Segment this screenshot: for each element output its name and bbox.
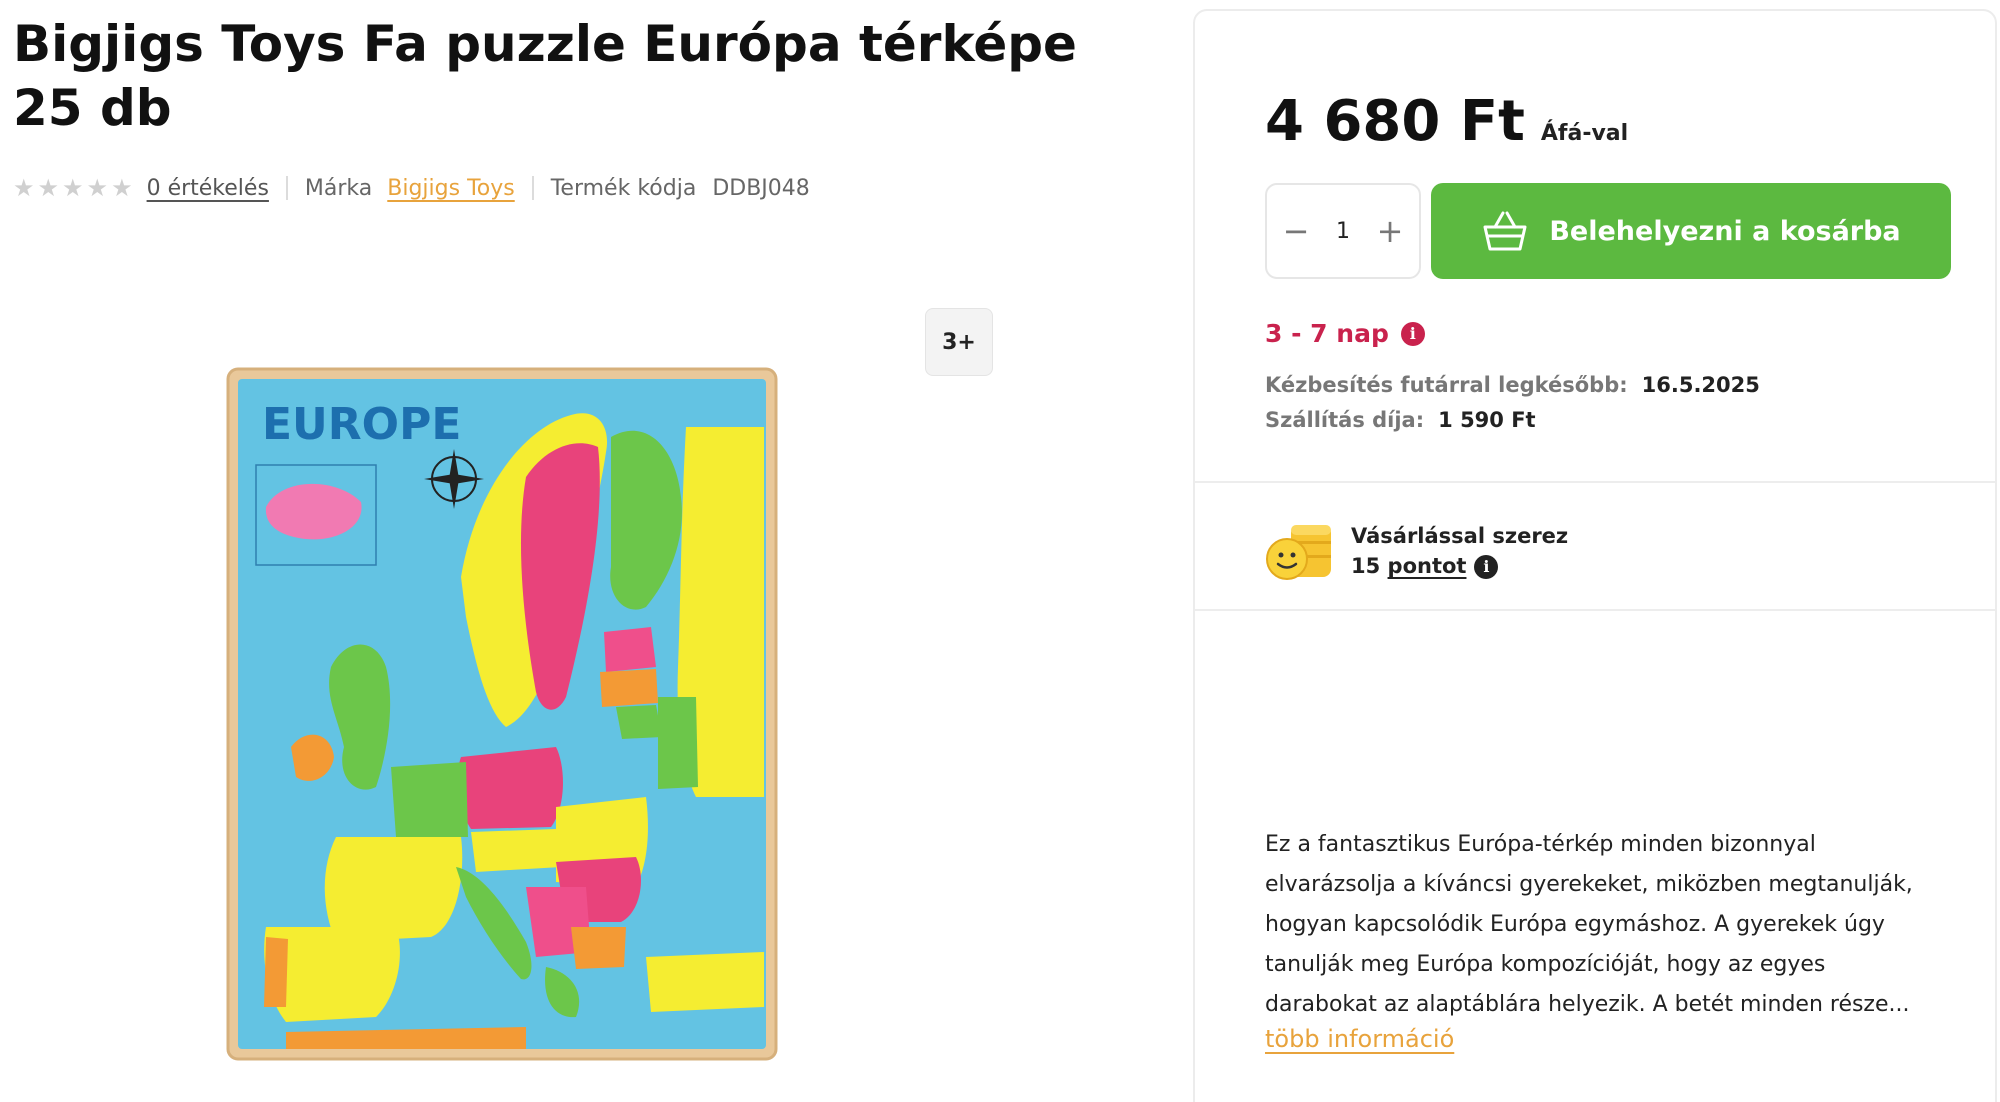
add-to-cart-button[interactable]: Belehelyezni a kosárba bbox=[1431, 183, 1951, 279]
quantity-value[interactable]: 1 bbox=[1336, 219, 1350, 244]
star-icon: ★ bbox=[37, 174, 60, 202]
points-number: 15 bbox=[1351, 554, 1381, 578]
product-image[interactable]: EUROPE bbox=[226, 367, 778, 1061]
panel-divider bbox=[1195, 609, 1995, 611]
purchase-panel: 4 680 Ft Áfá-val − 1 + Belehelyezni a ko… bbox=[1193, 9, 1997, 1102]
brand-link[interactable]: Bigjigs Toys bbox=[387, 176, 514, 201]
star-icon: ★ bbox=[86, 174, 109, 202]
product-description: Ez a fantasztikus Európa-térkép minden b… bbox=[1265, 832, 1913, 1017]
coins-icon bbox=[1266, 525, 1331, 580]
basket-icon bbox=[1481, 209, 1529, 253]
add-to-cart-label: Belehelyezni a kosárba bbox=[1549, 215, 1901, 247]
vat-label: Áfá-val bbox=[1540, 121, 1629, 146]
age-badge: 3+ bbox=[925, 308, 993, 376]
points-link[interactable]: pontot bbox=[1388, 554, 1467, 578]
loyalty-points: Vásárlással szerez 15 pontot i bbox=[1265, 519, 1568, 583]
panel-divider bbox=[1195, 481, 1995, 483]
reviews-link[interactable]: 0 értékelés bbox=[147, 176, 269, 201]
courier-delivery-line: Kézbesítés futárral legkésőbb: 16.5.2025 bbox=[1265, 373, 1760, 397]
points-line-1: Vásárlással szerez bbox=[1351, 524, 1569, 548]
info-icon[interactable]: i bbox=[1400, 321, 1425, 346]
price-row: 4 680 Ft Áfá-val bbox=[1265, 89, 1628, 154]
product-title: Bigjigs Toys Fa puzzle Európa térképe 25… bbox=[13, 15, 1077, 137]
quantity-stepper: − 1 + bbox=[1265, 183, 1421, 279]
product-code-value: DDBJ048 bbox=[712, 175, 810, 201]
star-icon: ★ bbox=[62, 174, 84, 202]
product-meta-row: ★ ★ ★ ★ ★ 0 értékelés Márka Bigjigs Toys… bbox=[13, 170, 810, 206]
delivery-time-text: 3 - 7 nap bbox=[1265, 319, 1389, 348]
meta-divider bbox=[285, 176, 288, 200]
increase-quantity-button[interactable]: + bbox=[1372, 212, 1408, 250]
star-icon: ★ bbox=[111, 174, 133, 202]
courier-date: 16.5.2025 bbox=[1641, 373, 1760, 397]
points-line-2: 15 pontot i bbox=[1351, 551, 1568, 581]
rating-stars: ★ ★ ★ ★ ★ bbox=[13, 176, 133, 200]
price: 4 680 Ft bbox=[1265, 89, 1525, 154]
info-icon[interactable]: i bbox=[1474, 555, 1499, 579]
delivery-time: 3 - 7 nap i bbox=[1265, 319, 1425, 348]
more-info-link[interactable]: több információ bbox=[1265, 1025, 1454, 1053]
brand-label: Márka bbox=[304, 175, 373, 201]
meta-divider bbox=[531, 176, 534, 200]
decrease-quantity-button[interactable]: − bbox=[1278, 212, 1314, 250]
shipping-label: Szállítás díja: bbox=[1265, 408, 1425, 432]
star-icon: ★ bbox=[13, 174, 35, 202]
shipping-fee: 1 590 Ft bbox=[1438, 408, 1536, 432]
product-code-label: Termék kódja bbox=[550, 175, 697, 201]
map-title: EUROPE bbox=[262, 399, 461, 450]
shipping-fee-line: Szállítás díja: 1 590 Ft bbox=[1265, 408, 1536, 432]
points-text: Vásárlással szerez 15 pontot i bbox=[1351, 521, 1568, 581]
courier-label: Kézbesítés futárral legkésőbb: bbox=[1265, 373, 1628, 397]
